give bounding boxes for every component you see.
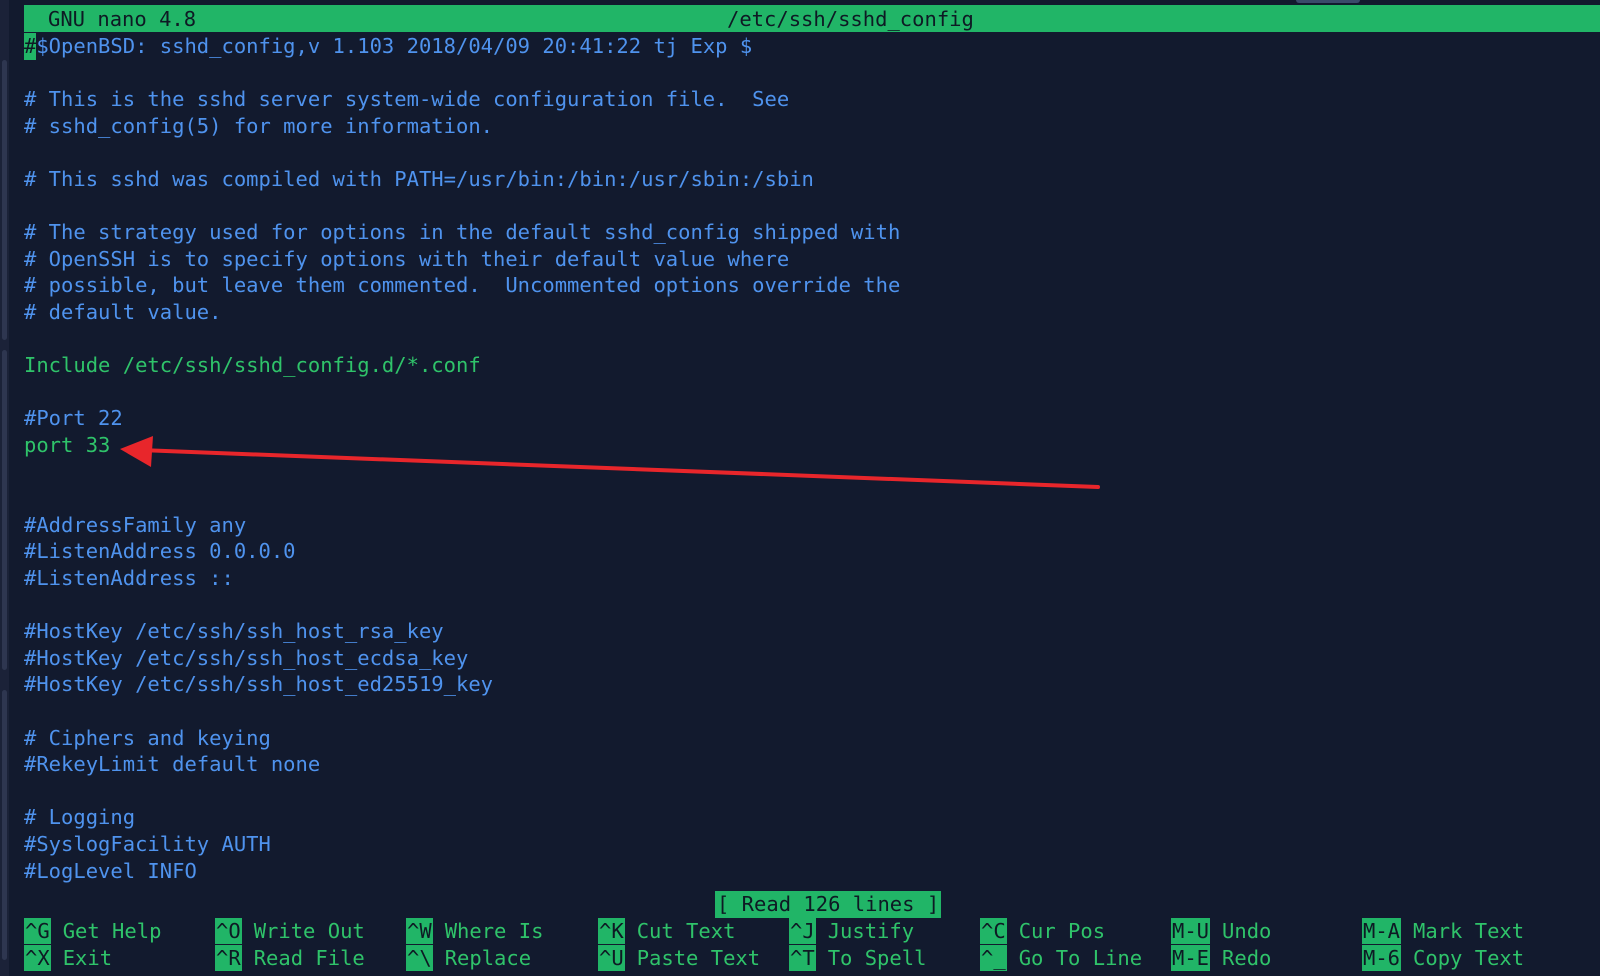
annotation-arrow [120,436,1100,489]
annotation-arrow-head [120,436,153,467]
annotation-arrow-shaft [138,448,1100,489]
